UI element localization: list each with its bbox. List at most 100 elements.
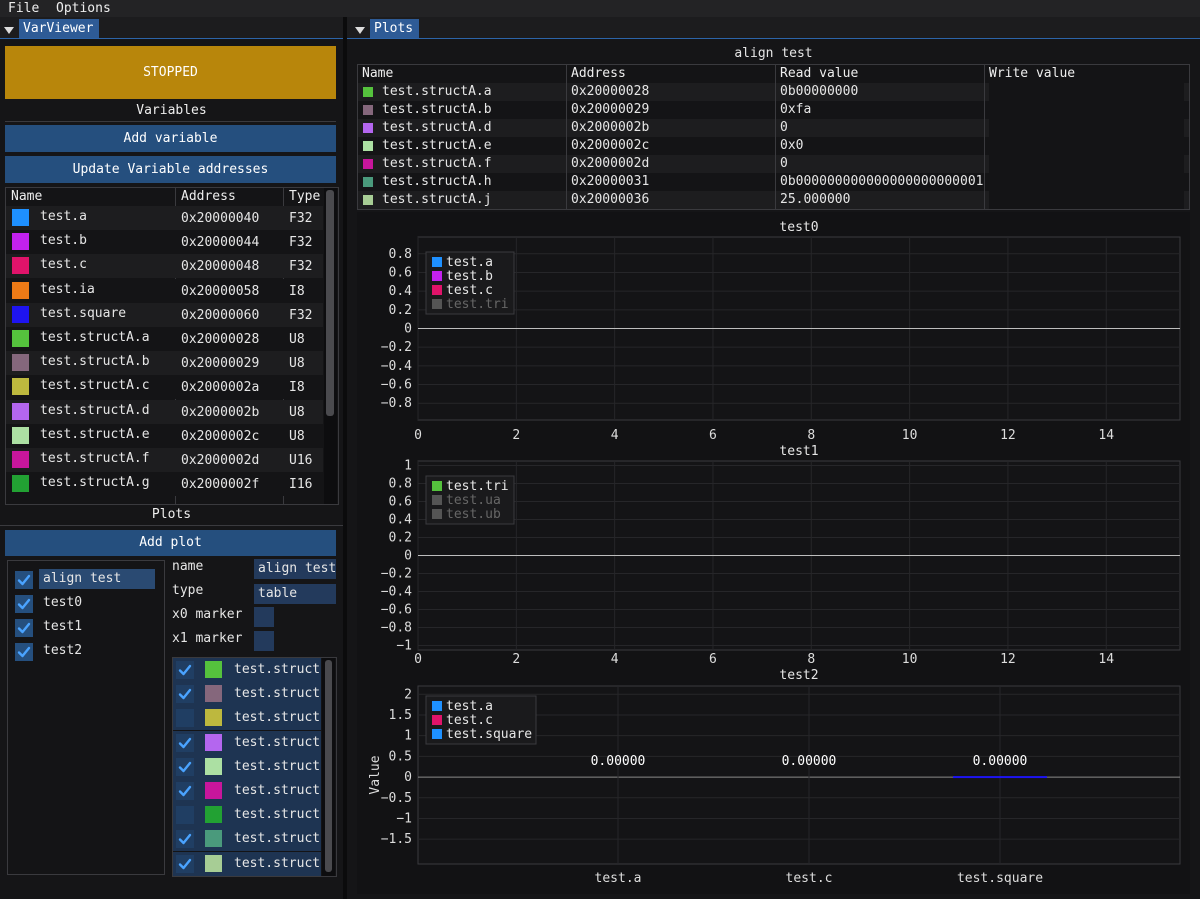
color-swatch[interactable] [205,709,222,727]
color-swatch[interactable] [205,733,222,751]
legend-swatch[interactable] [432,495,442,505]
plot-list-label[interactable]: test0 [39,593,155,613]
color-swatch[interactable] [12,233,29,251]
legend-entry[interactable]: test.c [446,713,493,728]
table-row[interactable]: test.structA.j 0x20000036 25.000000 [358,191,1189,209]
series-enable-checkbox[interactable] [176,757,194,776]
row-write-value[interactable] [989,191,1184,209]
table-row[interactable]: test.ia 0x20000058 I8 [6,278,323,303]
variables-scrollbar[interactable] [324,188,337,504]
legend-entry[interactable]: test.b [446,269,493,284]
table-row[interactable]: test.structA.c 0x2000002a I8 [6,375,323,400]
series-enable-checkbox[interactable] [176,709,194,728]
color-swatch[interactable] [205,661,222,678]
plot-list-item[interactable]: test2 [8,641,164,663]
plot-series-item[interactable]: test.structA [173,730,321,755]
color-swatch[interactable] [12,209,29,226]
plot-series-item[interactable]: test.structA [173,706,321,731]
plot-type-select[interactable]: table [254,584,336,604]
row-write-value[interactable] [989,173,1184,191]
plot-list-item[interactable]: align test [8,569,164,591]
legend-entry[interactable]: test.tri [446,297,509,312]
collapse-icon[interactable] [355,23,365,38]
plot-series-item[interactable]: test.structA [173,851,321,876]
plot-series-item[interactable]: test.structA [173,827,321,852]
plot-enable-checkbox[interactable] [15,643,33,661]
table-row[interactable]: test.b 0x20000044 F32 [6,230,323,255]
row-write-value[interactable] [989,83,1184,101]
plot-series-item[interactable]: test.structA [173,658,321,682]
plot-enable-checkbox[interactable] [15,619,33,637]
color-swatch[interactable] [12,378,29,396]
legend-entry[interactable]: test.square [446,727,532,742]
legend-entry[interactable]: test.a [446,699,493,714]
add-plot-button[interactable]: Add plot [5,530,336,556]
series-enable-checkbox[interactable] [176,661,194,679]
update-addresses-button[interactable]: Update Variable addresses [5,156,336,183]
series-scroll-thumb[interactable] [325,660,332,872]
color-swatch[interactable] [205,854,222,872]
table-row[interactable]: test.structA.f 0x2000002d U16 [6,448,323,472]
color-swatch[interactable] [12,402,29,420]
menu-file[interactable]: File [4,0,43,17]
legend-swatch[interactable] [432,257,442,267]
color-swatch[interactable] [12,257,29,275]
legend-swatch[interactable] [432,285,442,295]
menu-options[interactable]: Options [52,0,115,17]
legend-swatch[interactable] [432,271,442,281]
x0-marker-checkbox[interactable] [254,607,274,627]
legend-swatch[interactable] [432,299,442,309]
color-swatch[interactable] [12,426,29,444]
bar[interactable] [762,776,856,778]
table-row[interactable]: test.structA.d 0x2000002b 0 [358,119,1189,137]
series-enable-checkbox[interactable] [176,830,194,849]
table-row[interactable]: test.structA.d 0x2000002b U8 [6,399,323,424]
bar[interactable] [953,776,1047,779]
legend-swatch[interactable] [432,481,442,491]
table-row[interactable]: test.structA.a 0x20000028 U8 [6,327,323,351]
legend-entry[interactable]: test.a [446,255,493,270]
table-row[interactable]: test.structA.e 0x2000002c U8 [6,423,323,448]
tab-plots[interactable]: Plots [370,19,420,38]
x1-marker-checkbox[interactable] [254,631,274,651]
plot-list-item[interactable]: test0 [8,593,164,615]
color-swatch[interactable] [205,757,222,775]
series-enable-checkbox[interactable] [176,854,194,873]
row-write-value[interactable] [989,101,1184,119]
series-enable-checkbox[interactable] [176,685,194,704]
color-swatch[interactable] [12,475,29,493]
legend-entry[interactable]: test.ub [446,507,501,522]
variables-scroll-thumb[interactable] [326,190,334,416]
table-row[interactable]: test.a 0x20000040 F32 [6,206,323,230]
legend-entry[interactable]: test.tri [446,479,509,494]
color-swatch[interactable] [205,830,222,848]
table-row[interactable]: test.structA.f 0x2000002d 0 [358,155,1189,173]
table-row[interactable]: test.structA.e 0x2000002c 0x0 [358,137,1189,155]
plot-list-label[interactable]: align test [39,569,155,589]
plot-series-item[interactable]: test.structA [173,803,321,828]
legend-entry[interactable]: test.c [446,283,493,298]
plot-list-label[interactable]: test1 [39,617,155,637]
plot-series-item[interactable]: test.structA [173,754,321,779]
row-write-value[interactable] [989,137,1184,155]
status-button[interactable]: STOPPED [5,46,336,99]
color-swatch[interactable] [12,281,29,299]
color-swatch[interactable] [205,806,222,824]
table-row[interactable]: test.structA.g 0x2000002f I16 [6,472,323,497]
color-swatch[interactable] [12,451,29,468]
plots-svg[interactable]: test00 2 4 6 8 10 12 140.80.60.40.20−0.2−0.4−0.… [357,212,1190,894]
add-variable-button[interactable]: Add variable [5,125,336,152]
bar[interactable] [571,776,665,778]
table-row[interactable]: test.structA.a 0x20000028 0b00000000 [358,83,1189,101]
series-enable-checkbox[interactable] [176,806,194,825]
legend-swatch[interactable] [432,509,442,519]
table-row[interactable]: test.square 0x20000060 F32 [6,302,323,327]
color-swatch[interactable] [12,354,29,372]
legend-swatch[interactable] [432,715,442,725]
color-swatch[interactable] [12,330,29,347]
table-row[interactable]: test.structA.b 0x20000029 0xfa [358,101,1189,119]
color-swatch[interactable] [12,305,29,323]
legend-swatch[interactable] [432,701,442,711]
series-enable-checkbox[interactable] [176,782,194,800]
plot-series-item[interactable]: test.structA [173,779,321,803]
